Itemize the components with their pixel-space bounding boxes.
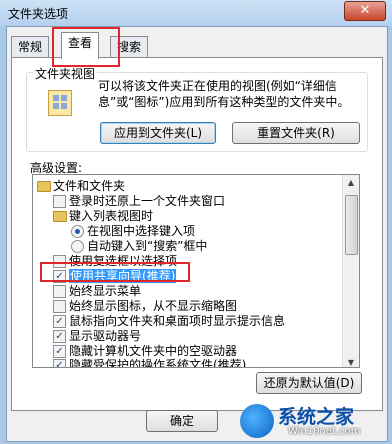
close-icon: ✕ <box>359 3 371 18</box>
tab-label: 搜索 <box>117 40 142 54</box>
watermark-brand: 系统之家 <box>278 406 355 428</box>
watermark: 系统之家 Win10net.com <box>240 402 390 440</box>
close-button[interactable]: ✕ <box>344 1 386 21</box>
folder-icon <box>53 211 67 222</box>
scroll-thumb[interactable] <box>345 195 358 255</box>
window-title: 文件夹选项 <box>8 7 69 21</box>
apply-to-folders-button[interactable]: 应用到文件夹(L) <box>100 122 216 144</box>
checkbox[interactable]: ✓ <box>53 345 66 358</box>
list-item-label: 隐藏受保护的操作系统文件(推荐) <box>69 358 247 368</box>
folder-icon <box>37 181 51 192</box>
checkbox[interactable] <box>53 300 66 313</box>
list-item-label: 始终显示图标，从不显示缩略图 <box>69 299 238 313</box>
folder-views-description: 可以将该文件夹正在使用的视图(例如“详细信息”或“图标”)应用到所有这种类型的文… <box>98 79 350 109</box>
radio-button[interactable] <box>71 225 84 238</box>
tab-label: 查看 <box>68 36 93 50</box>
checkbox[interactable] <box>53 255 66 268</box>
list-item-label: 使用复选框以选择项 <box>69 254 178 268</box>
ok-button[interactable]: 确定 <box>146 410 218 432</box>
folder-view-icon <box>48 90 72 116</box>
checkbox[interactable]: ✓ <box>53 315 66 328</box>
list-item-label: 键入列表视图时 <box>69 209 154 223</box>
tab-view[interactable]: 查看 <box>61 32 100 59</box>
tab-label: 常规 <box>18 40 43 54</box>
scroll-down-icon[interactable]: ▼ <box>343 355 359 367</box>
checkbox[interactable]: ✓ <box>53 270 66 283</box>
watermark-url: Win10net.com <box>288 426 361 437</box>
vertical-scrollbar[interactable]: ▲ ▼ <box>342 175 359 367</box>
advanced-settings-list[interactable]: 文件和文件夹 登录时还原上一个文件夹窗口 键入列表视图时 在视图中选择键入项 自… <box>32 174 360 368</box>
restore-defaults-button[interactable]: 还原为默认值(D) <box>256 372 362 394</box>
checkbox[interactable]: ✓ <box>53 330 66 343</box>
list-item-label: 在视图中选择键入项 <box>87 224 196 238</box>
radio-button[interactable] <box>71 240 84 253</box>
list-item-label: 鼠标指向文件夹和桌面项时显示提示信息 <box>69 314 286 328</box>
list-item-label: 显示驱动器号 <box>69 329 142 343</box>
reset-folders-button[interactable]: 重置文件夹(R) <box>232 122 360 144</box>
list-item-label: 自动键入到“搜索”框中 <box>87 239 208 253</box>
list-item-label: 始终显示菜单 <box>69 284 142 298</box>
title-bar: 文件夹选项 ✕ <box>0 0 392 26</box>
checkbox[interactable] <box>53 285 66 298</box>
list-item-label: 使用共享向导(推荐) <box>69 269 177 283</box>
checkbox[interactable] <box>53 195 66 208</box>
tab-search[interactable]: 搜索 <box>110 36 149 57</box>
list-item-label: 隐藏计算机文件夹中的空驱动器 <box>69 344 238 358</box>
scroll-up-icon[interactable]: ▲ <box>343 175 359 191</box>
list-item-label: 登录时还原上一个文件夹窗口 <box>69 194 226 208</box>
watermark-logo-icon <box>240 404 274 438</box>
folder-views-title: 文件夹视图 <box>33 65 98 82</box>
list-item-label: 文件和文件夹 <box>53 179 126 193</box>
checkbox[interactable]: ✓ <box>53 359 66 367</box>
tab-general[interactable]: 常规 <box>11 36 50 57</box>
